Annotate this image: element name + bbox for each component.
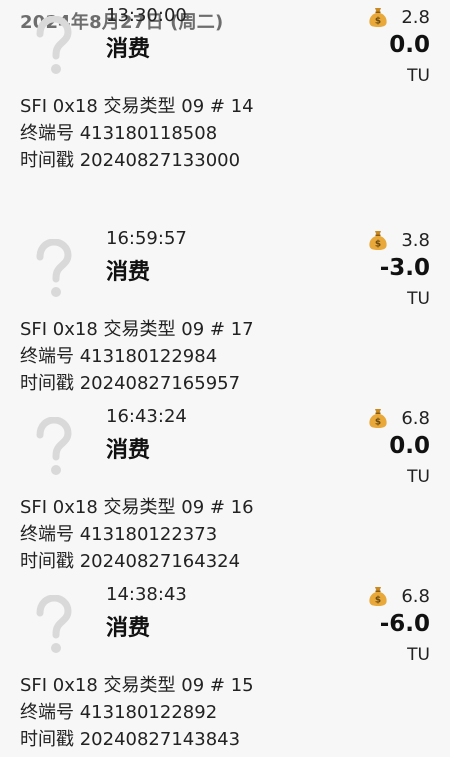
svg-text:$: $ [375,17,381,27]
balance-value: 6.8 [401,407,430,429]
question-mark-icon [36,16,72,74]
money-bag-icon: $ [369,587,387,606]
sfi-line: SFI 0x18 交易类型 09 # 15 [20,675,254,696]
question-mark-icon [36,239,72,297]
balance-value: 6.8 [401,585,430,607]
amount-unit: TU [407,66,430,86]
timestamp-line: 时间戳 20240827164324 [20,551,241,572]
balance-value: 2.8 [401,6,430,28]
svg-text:$: $ [375,240,381,250]
amount-unit: TU [407,645,430,665]
transaction-time: 16:59:57 [106,228,187,249]
sfi-line: SFI 0x18 交易类型 09 # 14 [20,96,254,117]
balance-value: 3.8 [401,229,430,251]
transaction-type: 消费 [106,438,151,463]
transaction-card[interactable]: 16:43:24 消费 $ 6.8 0.0 TU SFI 0x18 交易类型 0… [0,401,450,579]
transaction-card[interactable]: 13:30:00 消费 $ 2.8 0.0 TU SFI 0x18 交易类型 0… [0,0,450,178]
transaction-type: 消费 [106,37,151,62]
transaction-amount: 0.0 [389,433,430,459]
terminal-line: 终端号 413180118508 [20,123,218,144]
transaction-time: 14:38:43 [106,584,187,605]
question-mark-icon [36,417,72,475]
transaction-history-page: 2024年8月27日 (周二) 16:59:57 消费 $ 3.8 -3.0 T… [0,0,450,754]
balance-display: $ 3.8 [367,229,430,251]
money-bag-icon: $ [369,231,387,250]
transaction-type: 消费 [106,260,151,285]
terminal-line: 终端号 413180122892 [20,702,218,723]
balance-display: $ 6.8 [367,585,430,607]
transaction-amount: -6.0 [379,611,430,637]
balance-display: $ 6.8 [367,407,430,429]
svg-text:$: $ [375,596,381,606]
money-bag-icon: $ [369,409,387,428]
money-bag-icon: $ [369,8,387,27]
terminal-line: 终端号 413180122984 [20,346,218,367]
transaction-time: 13:30:00 [106,5,187,26]
transaction-type: 消费 [106,616,151,641]
svg-text:$: $ [375,418,381,428]
question-mark-icon [36,595,72,653]
amount-unit: TU [407,289,430,309]
transaction-card[interactable]: 16:59:57 消费 $ 3.8 -3.0 TU SFI 0x18 交易类型 … [0,223,450,401]
amount-unit: TU [407,467,430,487]
transaction-time: 16:43:24 [106,406,187,427]
sfi-line: SFI 0x18 交易类型 09 # 17 [20,319,254,340]
timestamp-line: 时间戳 20240827165957 [20,373,241,394]
sfi-line: SFI 0x18 交易类型 09 # 16 [20,497,254,518]
transaction-amount: 0.0 [389,32,430,58]
timestamp-line: 时间戳 20240827143843 [20,729,241,750]
terminal-line: 终端号 413180122373 [20,524,218,545]
timestamp-line: 时间戳 20240827133000 [20,150,241,171]
transaction-card[interactable]: 14:38:43 消费 $ 6.8 -6.0 TU SFI 0x18 交易类型 … [0,579,450,757]
transaction-amount: -3.0 [379,255,430,281]
balance-display: $ 2.8 [367,6,430,28]
